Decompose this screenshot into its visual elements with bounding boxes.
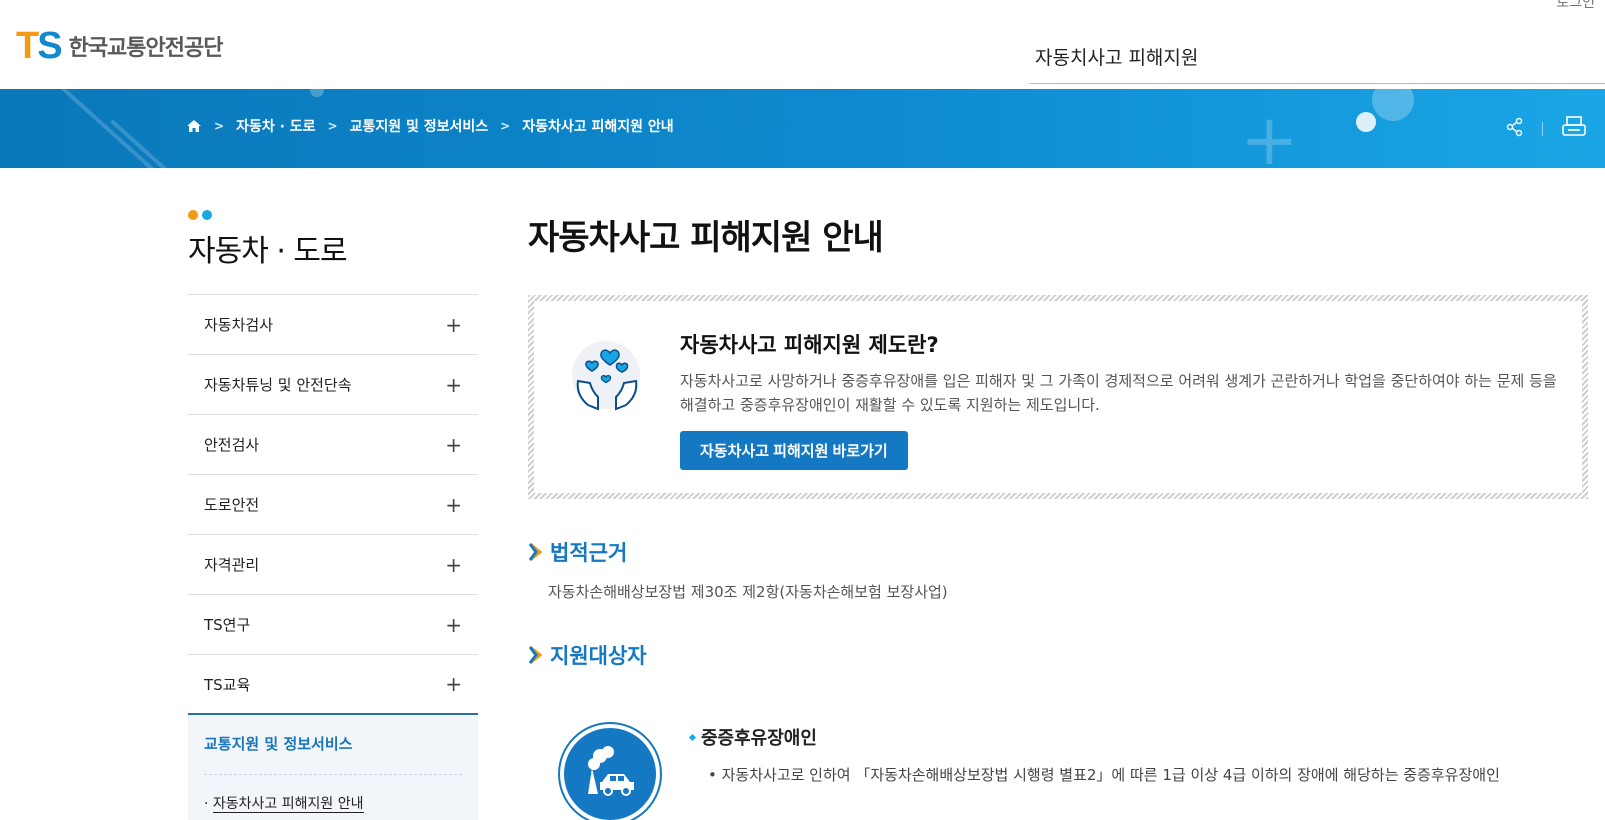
- target-item-description: • 자동차사고로 인하여 「자동차손해배상보장법 시행령 별표2」에 따른 1급…: [708, 766, 1500, 784]
- blue-dot: [202, 210, 212, 220]
- side-nav-item[interactable]: TS연구 +: [188, 595, 478, 655]
- legal-basis-text: 자동차손해배상보장법 제30조 제2항(자동차손해보험 보장사업): [548, 583, 948, 601]
- title-dots: [188, 210, 478, 220]
- target-item: 중증후유장애인 • 자동차사고로 인하여 「자동차손해배상보장법 시행령 별표2…: [528, 706, 1588, 820]
- orange-dot: [188, 210, 198, 220]
- target-heading: 지원대상자: [528, 640, 1588, 670]
- side-nav-item-label: 자동차검사: [204, 316, 274, 334]
- side-nav-item[interactable]: TS교육 +: [188, 655, 478, 715]
- intro-title: 자동차사고 피해지원 제도란?: [680, 333, 939, 357]
- main-content: 자동차사고 피해지원 안내 자동차사고 피해지원 제도란? 자동차사고로 사망하…: [528, 210, 1588, 820]
- target-item-title: 중증후유장애인: [701, 728, 817, 749]
- home-icon[interactable]: [186, 118, 202, 134]
- car-accident-icon-inner: [564, 728, 656, 820]
- bullet-icon: [688, 733, 697, 741]
- side-nav-item-label: 도로안전: [204, 496, 260, 514]
- side-nav-active-link-label: 자동차사고 피해지원 안내: [212, 796, 364, 813]
- share-icon[interactable]: [1506, 117, 1524, 141]
- breadcrumb-band: + > 자동차 · 도로 > 교통지원 및 정보서비스 > 자동차사고 피해지원…: [0, 89, 1605, 168]
- target-text: 중증후유장애인 • 자동차사고로 인하여 「자동차손해배상보장법 시행령 별표2…: [688, 724, 1500, 785]
- plus-icon[interactable]: +: [445, 373, 462, 397]
- breadcrumb-item[interactable]: 자동차 · 도로: [236, 116, 315, 136]
- intro-inner: 자동차사고 피해지원 제도란? 자동차사고로 사망하거나 중증후유장애를 입은 …: [534, 301, 1582, 493]
- plus-icon[interactable]: +: [445, 433, 462, 457]
- search-area: [1029, 38, 1605, 84]
- band-decoration: [1356, 112, 1376, 132]
- side-nav-item[interactable]: 자동차검사 +: [188, 295, 478, 355]
- logo-name: 한국교통안전공단: [68, 36, 224, 61]
- breadcrumb: > 자동차 · 도로 > 교통지원 및 정보서비스 > 자동차사고 피해지원 안…: [186, 116, 674, 136]
- logo-s: S: [37, 25, 62, 67]
- side-nav-active-section[interactable]: 교통지원 및 정보서비스: [204, 715, 462, 775]
- plus-icon[interactable]: +: [445, 313, 462, 337]
- side-nav-title: 자동차 · 도로: [188, 234, 348, 269]
- logo-t: T: [16, 25, 39, 67]
- helping-hands-icon: [570, 331, 646, 427]
- logo-ts-mark: TS: [16, 25, 63, 67]
- site-header: TS 한국교통안전공단 로그인: [0, 0, 1605, 89]
- site-logo[interactable]: TS 한국교통안전공단: [16, 25, 224, 67]
- side-nav-active-link[interactable]: · 자동차사고 피해지원 안내: [204, 793, 462, 813]
- side-nav-submenu: 교통지원 및 정보서비스 · 자동차사고 피해지원 안내: [188, 715, 478, 820]
- plus-icon[interactable]: +: [445, 672, 462, 696]
- intro-text: 자동차사고 피해지원 제도란? 자동차사고로 사망하거나 중증후유장애를 입은 …: [680, 329, 1560, 470]
- login-link[interactable]: 로그인: [1556, 0, 1595, 12]
- legal-basis-heading: 법적근거: [528, 537, 1588, 567]
- side-nav-item[interactable]: 자동차튜닝 및 안전단속 +: [188, 355, 478, 415]
- side-nav-item-label: 자동차튜닝 및 안전단속: [204, 376, 352, 394]
- chevron-right-icon: >: [500, 119, 511, 133]
- print-icon[interactable]: [1561, 115, 1587, 143]
- band-tools: [1506, 115, 1587, 143]
- side-nav-list: 자동차검사 + 자동차튜닝 및 안전단속 + 안전검사 + 도로안전 + 자격관리 + T…: [188, 294, 478, 820]
- breadcrumb-item-current[interactable]: 자동차사고 피해지원 안내: [522, 116, 673, 136]
- side-nav-item-label: 안전검사: [204, 436, 260, 454]
- side-navigation: 자동차 · 도로 자동차검사 + 자동차튜닝 및 안전단속 + 안전검사 + 도로안전…: [188, 210, 478, 820]
- intro-description: 자동차사고로 사망하거나 중증후유장애를 입은 피해자 및 그 가족이 경제적으…: [680, 372, 1557, 414]
- search-input[interactable]: [1029, 38, 1605, 74]
- chevron-right-icon: >: [214, 119, 225, 133]
- band-decoration: [1372, 89, 1414, 121]
- page-title: 자동차사고 피해지원 안내: [528, 218, 884, 258]
- intro-box: 자동차사고 피해지원 제도란? 자동차사고로 사망하거나 중증후유장애를 입은 …: [528, 295, 1588, 499]
- band-decoration: +: [1240, 99, 1299, 168]
- car-accident-icon: [558, 722, 662, 820]
- side-nav-item-label: TS연구: [204, 616, 251, 634]
- plus-icon[interactable]: +: [445, 613, 462, 637]
- target-title: 지원대상자: [550, 644, 647, 668]
- chevron-right-icon: >: [327, 119, 338, 133]
- target-item-title-row: 중증후유장애인: [688, 724, 1500, 750]
- breadcrumb-item[interactable]: 교통지원 및 정보서비스: [350, 116, 489, 136]
- plus-icon[interactable]: +: [445, 493, 462, 517]
- damage-support-link-button[interactable]: 자동차사고 피해지원 바로가기: [680, 431, 908, 470]
- side-nav-item[interactable]: 도로안전 +: [188, 475, 478, 535]
- side-nav-item[interactable]: 안전검사 +: [188, 415, 478, 475]
- tool-divider: [1542, 122, 1543, 136]
- side-nav-item-label: TS교육: [204, 675, 251, 694]
- band-decoration: [310, 89, 324, 97]
- side-nav-item[interactable]: 자격관리 +: [188, 535, 478, 595]
- legal-basis-title: 법적근거: [550, 541, 628, 565]
- side-nav-item-label: 자격관리: [204, 556, 260, 574]
- section-arrow-icon: [528, 645, 543, 665]
- plus-icon[interactable]: +: [445, 553, 462, 577]
- section-arrow-icon: [528, 542, 543, 562]
